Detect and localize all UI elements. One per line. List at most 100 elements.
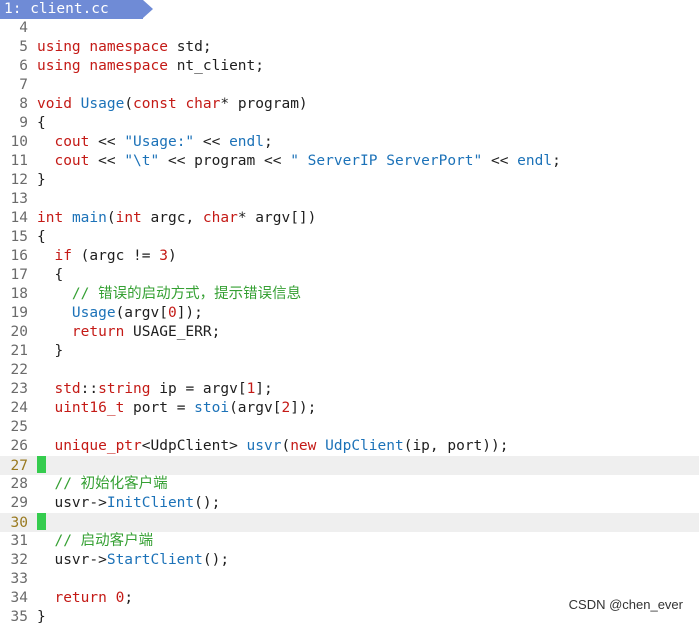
code-line[interactable]: 13 <box>0 190 699 209</box>
code-token-plain: <UdpClient> <box>141 438 247 454</box>
line-number: 16 <box>10 248 28 264</box>
code-token-keyword: namespace <box>89 58 168 74</box>
code-token-plain: << <box>194 134 230 150</box>
code-line[interactable]: 24 uint16_t port = stoi(argv[2]); <box>0 399 699 418</box>
code-token-plain: (argc != <box>71 248 160 264</box>
code-line[interactable]: 8 void Usage(const char* program) <box>0 95 699 114</box>
code-token-string: " ServerIP ServerPort" <box>290 153 483 169</box>
code-token-comment: // 初始化客户端 <box>54 476 168 492</box>
code-line[interactable]: 5 using namespace std; <box>0 38 699 57</box>
code-token-plain: ; <box>264 134 273 150</box>
code-line[interactable]: 28 // 初始化客户端 <box>0 475 699 494</box>
code-line[interactable]: 21 } <box>0 342 699 361</box>
code-token-plain: } <box>37 343 64 359</box>
code-line[interactable]: 27 <box>0 456 699 475</box>
code-token-keyword: if <box>54 248 72 264</box>
code-token-plain: ( <box>106 210 116 226</box>
line-number: 31 <box>10 533 28 549</box>
code-token-plain: ( <box>124 96 134 112</box>
code-token-plain: * program) <box>220 96 308 112</box>
code-line[interactable]: 9{ <box>0 114 699 133</box>
code-line[interactable]: 32 usvr->StartClient(); <box>0 551 699 570</box>
code-token-plain: ; <box>552 153 561 169</box>
text-cursor <box>37 456 46 473</box>
code-token-plain: { <box>37 115 46 131</box>
code-line[interactable]: 20 return USAGE_ERR; <box>0 323 699 342</box>
code-token-plain: (argv[ <box>229 400 282 416</box>
code-token-keyword: return <box>54 590 107 606</box>
code-token-function: usvr <box>246 438 282 454</box>
code-line[interactable]: 23 std::string ip = argv[1]; <box>0 380 699 399</box>
line-number: 5 <box>19 39 28 55</box>
line-number: 15 <box>10 229 28 245</box>
line-number: 13 <box>10 191 28 207</box>
code-token-number: 3 <box>159 248 168 264</box>
code-line[interactable]: 26 unique_ptr<UdpClient> usvr(new UdpCli… <box>0 437 699 456</box>
code-token-type: char <box>185 96 221 112</box>
code-token-plain: :: <box>80 381 99 397</box>
code-editor[interactable]: 1: client.cc 4 5 using namespace std; 6 usin… <box>0 0 699 623</box>
code-token-function: Usage <box>80 96 125 112</box>
code-line[interactable]: 14 int main(int argc, char* argv[]) <box>0 209 699 228</box>
line-number: 33 <box>10 571 28 587</box>
text-cursor <box>37 513 46 530</box>
code-line[interactable]: 17 { <box>0 266 699 285</box>
code-token-plain: ; <box>124 590 134 606</box>
code-line[interactable]: 15 { <box>0 228 699 247</box>
code-token-plain: ip = argv[ <box>150 381 247 397</box>
code-line[interactable]: 12} <box>0 171 699 190</box>
code-line[interactable]: 31 // 启动客户端 <box>0 532 699 551</box>
code-token-function: InitClient <box>106 495 195 511</box>
code-token-plain: nt_client; <box>167 58 264 74</box>
code-token-string: "Usage:" <box>124 134 195 150</box>
code-line[interactable]: 25 <box>0 418 699 437</box>
code-line[interactable]: 16 if (argc != 3) <box>0 247 699 266</box>
code-line[interactable]: 6 using namespace nt_client; <box>0 57 699 76</box>
code-token-type: int <box>37 210 64 226</box>
code-token-plain: { <box>37 229 46 245</box>
line-number: 21 <box>10 343 28 359</box>
line-number: 23 <box>10 381 28 397</box>
line-number: 26 <box>10 438 28 454</box>
line-number: 9 <box>19 115 28 131</box>
code-line[interactable]: 22 <box>0 361 699 380</box>
code-line[interactable]: 10 cout << "Usage:" << endl; <box>0 133 699 152</box>
code-token-plain: USAGE_ERR; <box>124 324 221 340</box>
code-line[interactable]: 19 Usage(argv[0]); <box>0 304 699 323</box>
code-line[interactable]: 11 cout << "\t" << program << " ServerIP… <box>0 152 699 171</box>
code-token-plain: (argv[ <box>115 305 168 321</box>
code-token-keyword: new <box>290 438 317 454</box>
line-number: 22 <box>10 362 28 378</box>
code-token-type: uint16_t <box>54 400 125 416</box>
code-token-plain: (); <box>194 495 221 511</box>
line-number: 30 <box>10 515 28 531</box>
code-token-function: stoi <box>194 400 230 416</box>
line-number: 14 <box>10 210 28 226</box>
code-token-plain: << <box>89 134 125 150</box>
line-number: 17 <box>10 267 28 283</box>
code-token-keyword: unique_ptr <box>54 438 142 454</box>
code-line[interactable]: 4 <box>0 19 699 38</box>
code-token-number: 2 <box>281 400 291 416</box>
code-token-type: char <box>202 210 238 226</box>
line-number: 18 <box>10 286 28 302</box>
code-line[interactable]: 30 <box>0 513 699 532</box>
code-line[interactable]: 7 <box>0 76 699 95</box>
code-token-function: endl <box>517 153 553 169</box>
tab-arrow-icon <box>143 0 153 18</box>
code-token-plain: } <box>37 172 46 188</box>
code-token-keyword: using <box>37 39 81 55</box>
code-token-keyword: using <box>37 58 81 74</box>
code-line[interactable]: 33 <box>0 570 699 589</box>
code-line[interactable]: 29 usvr->InitClient(); <box>0 494 699 513</box>
code-token-function: main <box>71 210 107 226</box>
tab-client-cc[interactable]: 1: client.cc <box>0 0 143 19</box>
code-line[interactable]: 18 // 错误的启动方式，提示错误信息 <box>0 285 699 304</box>
code-area[interactable]: 4 5 using namespace std; 6 using namespace n… <box>0 19 699 623</box>
